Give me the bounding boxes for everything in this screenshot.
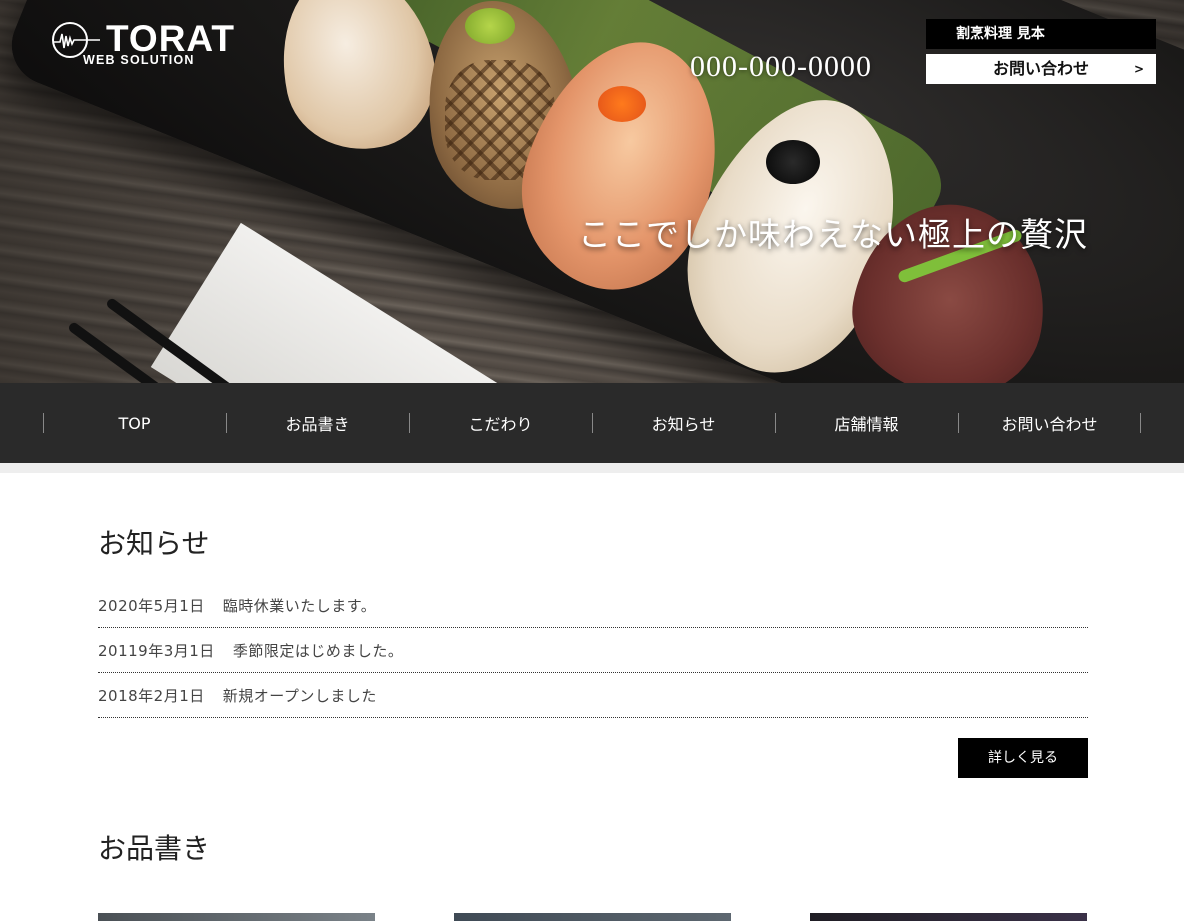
shop-name-label: 割烹料理 見本 <box>926 19 1156 49</box>
news-date: 20119年3月1日 <box>98 641 215 660</box>
hero-roe <box>598 86 646 122</box>
news-section-title: お知らせ <box>98 527 210 560</box>
news-more-button[interactable]: 詳しく見る <box>958 738 1088 778</box>
contact-button-label: お問い合わせ <box>992 59 1089 78</box>
news-item[interactable]: 20119年3月1日 季節限定はじめました。 <box>98 628 1088 673</box>
phone-number[interactable]: 000-000-0000 <box>690 50 872 84</box>
contact-button[interactable]: お問い合わせ > <box>926 54 1156 84</box>
menu-thumbnail[interactable] <box>454 913 731 921</box>
nav-divider-strip <box>0 463 1184 473</box>
news-item[interactable]: 2020年5月1日 臨時休業いたします。 <box>98 583 1088 628</box>
global-nav: TOP お品書き こだわり お知らせ 店舗情報 お問い合わせ <box>0 383 1184 463</box>
nav-item-menu[interactable]: お品書き <box>226 383 409 463</box>
hero-banner: TORAT WEB SOLUTION 000-000-0000 割烹料理 見本 … <box>0 0 1184 383</box>
chevron-right-icon: > <box>1133 62 1144 76</box>
news-text: 季節限定はじめました。 <box>232 641 404 660</box>
news-date: 2018年2月1日 <box>98 686 205 705</box>
news-text: 臨時休業いたします。 <box>222 596 377 615</box>
site-logo[interactable]: TORAT WEB SOLUTION <box>50 18 240 70</box>
menu-thumbnail[interactable] <box>810 913 1087 921</box>
logo-subtitle: WEB SOLUTION <box>83 53 195 67</box>
hero-wasabi <box>465 8 515 44</box>
news-list: 2020年5月1日 臨時休業いたします。 20119年3月1日 季節限定はじめま… <box>98 583 1088 718</box>
nav-item-top[interactable]: TOP <box>43 383 226 463</box>
nav-item-store-info[interactable]: 店舗情報 <box>775 383 958 463</box>
hero-catchcopy: ここでしか味わえない極上の贅沢 <box>578 215 1088 254</box>
nav-item-contact[interactable]: お問い合わせ <box>958 383 1141 463</box>
news-item[interactable]: 2018年2月1日 新規オープンしました <box>98 673 1088 718</box>
menu-section-title: お品書き <box>98 832 211 865</box>
menu-thumbnail[interactable] <box>98 913 375 921</box>
news-text: 新規オープンしました <box>222 686 377 705</box>
nav-item-commitment[interactable]: こだわり <box>409 383 592 463</box>
nav-item-news[interactable]: お知らせ <box>592 383 775 463</box>
hero-caviar <box>766 140 820 184</box>
news-date: 2020年5月1日 <box>98 596 205 615</box>
